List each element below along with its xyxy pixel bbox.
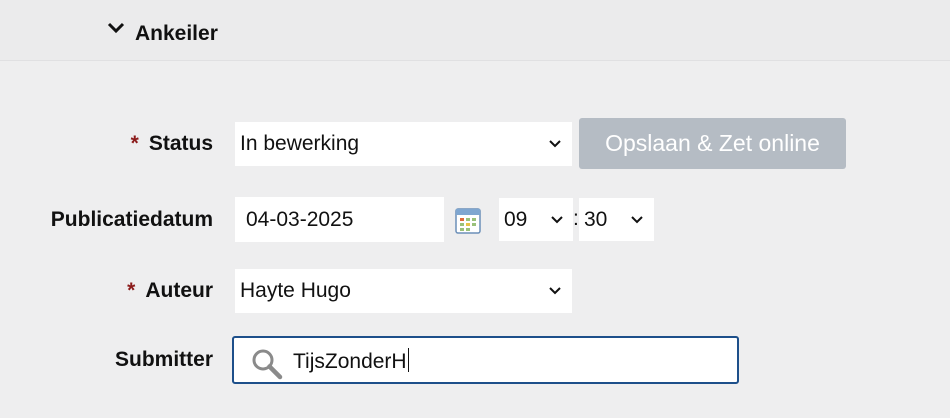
status-value: In bewerking <box>240 132 360 155</box>
required-marker: * <box>127 279 136 302</box>
publication-date-label: Publicatiedatum <box>50 208 213 231</box>
submitter-value: TijsZonderH <box>293 348 410 374</box>
minute-value: 30 <box>584 207 608 231</box>
save-publish-button[interactable]: Opslaan & Zet online <box>579 118 846 169</box>
minute-select[interactable]: 30 <box>579 198 654 241</box>
section-header[interactable]: Ankeiler <box>0 0 950 61</box>
chevron-down-icon <box>631 216 643 224</box>
chevron-down-icon <box>549 287 561 295</box>
author-label: * Auteur <box>127 279 213 302</box>
submitter-label: Submitter <box>114 348 213 371</box>
hour-select[interactable]: 09 <box>499 198 573 241</box>
chevron-down-icon <box>551 216 563 224</box>
submitter-search-input[interactable]: TijsZonderH <box>232 336 739 384</box>
author-value: Hayte Hugo <box>240 279 351 302</box>
status-select[interactable]: In bewerking <box>235 122 572 166</box>
date-input[interactable]: 04-03-2025 <box>235 197 444 242</box>
required-marker: * <box>130 132 139 155</box>
date-value: 04-03-2025 <box>246 207 354 231</box>
chevron-down-icon <box>549 140 561 148</box>
author-select[interactable]: Hayte Hugo <box>235 269 572 313</box>
calendar-icon[interactable] <box>455 208 481 234</box>
hour-value: 09 <box>504 207 528 231</box>
section-title: Ankeiler <box>135 22 218 45</box>
time-separator: : <box>573 207 579 230</box>
status-label: * Status <box>130 132 213 155</box>
search-icon <box>252 349 283 380</box>
chevron-down-icon[interactable] <box>106 18 126 38</box>
text-cursor <box>407 348 410 372</box>
